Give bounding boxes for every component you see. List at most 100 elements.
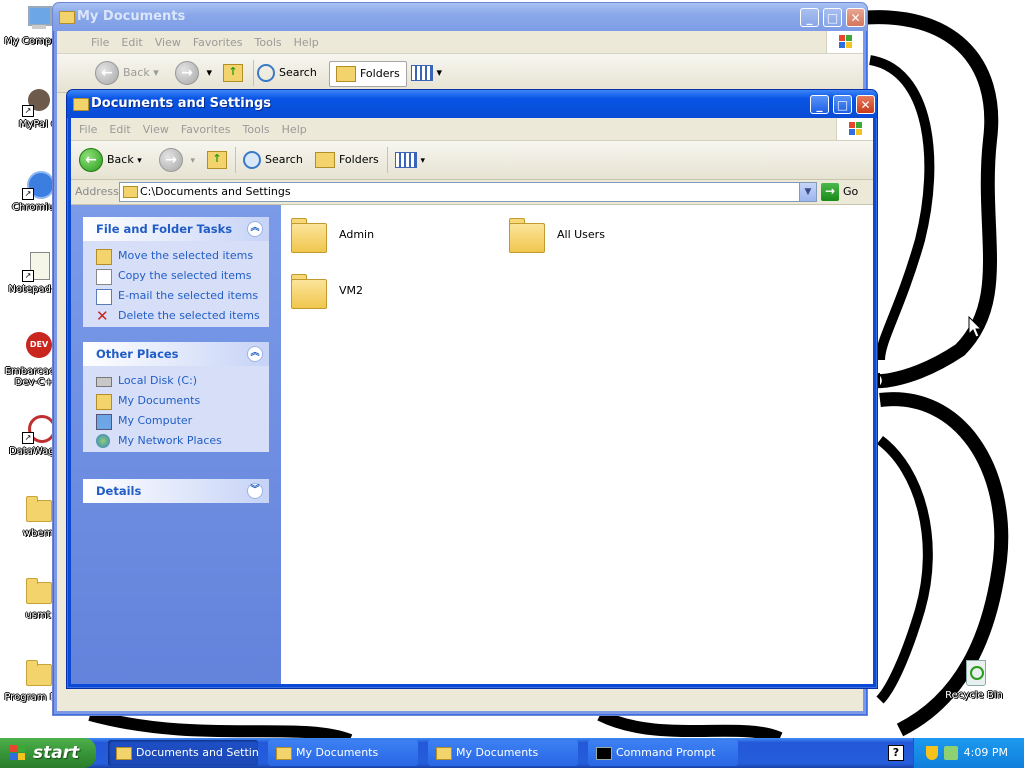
forward-arrow-icon: →: [175, 61, 199, 85]
up-folder-icon: ↑: [207, 151, 227, 169]
search-button[interactable]: Search: [257, 61, 317, 85]
panel-header[interactable]: Details ︾: [83, 479, 269, 503]
place-my-computer[interactable]: My Computer: [83, 411, 269, 431]
menu-file[interactable]: File: [85, 31, 115, 49]
up-folder-icon: ↑: [223, 64, 243, 82]
panel-header[interactable]: File and Folder Tasks ︽: [83, 217, 269, 241]
desktop-icon-recycle-bin[interactable]: Recycle Bin: [936, 656, 1012, 701]
taskbar-button-my-documents[interactable]: My Documents: [268, 740, 418, 766]
computer-icon: [96, 414, 112, 430]
views-button[interactable]: ▾: [411, 61, 442, 85]
address-input[interactable]: C:\Documents and Settings ▼: [119, 182, 817, 202]
task-delete[interactable]: ✕ Delete the selected items: [83, 306, 269, 326]
window-title: Documents and Settings: [91, 96, 272, 111]
close-button[interactable]: ✕: [846, 8, 865, 27]
folder-content-area[interactable]: Admin All Users VM2: [281, 205, 873, 684]
place-local-disk[interactable]: Local Disk (C:): [83, 371, 269, 391]
toolbar-separator: [253, 60, 254, 86]
chromium-icon: ↗: [22, 168, 55, 200]
menu-file[interactable]: File: [73, 118, 103, 136]
taskbar-button-command-prompt[interactable]: Command Prompt: [588, 740, 738, 766]
command-prompt-icon: [596, 747, 612, 760]
folder-icon: [291, 217, 327, 253]
documents-and-settings-titlebar[interactable]: Documents and Settings _ □ ✕: [67, 90, 877, 118]
file-folder-tasks-panel: File and Folder Tasks ︽ Move the selected…: [83, 217, 269, 327]
folder-item[interactable]: All Users: [509, 217, 709, 257]
task-copy[interactable]: Copy the selected items: [83, 266, 269, 286]
menu-tools[interactable]: Tools: [249, 31, 288, 49]
back-button[interactable]: ← Back ▾: [95, 61, 159, 85]
up-folder-button[interactable]: ↑: [207, 148, 227, 172]
maximize-button[interactable]: □: [833, 95, 852, 114]
forward-button[interactable]: → ▾: [159, 148, 195, 172]
menu-help[interactable]: Help: [288, 31, 325, 49]
start-button[interactable]: start: [0, 738, 96, 768]
toolbar: ← Back ▾ → ▾ ↑ Search Folders ▾: [71, 141, 873, 180]
task-email[interactable]: E-mail the selected items: [83, 286, 269, 306]
folder-icon: [22, 576, 54, 608]
menu-edit[interactable]: Edit: [103, 118, 136, 136]
go-arrow-icon: →: [821, 183, 839, 201]
other-places-panel: Other Places ︽ Local Disk (C:) My Documen…: [83, 342, 269, 452]
folder-icon: [509, 217, 545, 253]
folder-icon: [22, 494, 54, 526]
menu-favorites[interactable]: Favorites: [175, 118, 237, 136]
copy-icon: [96, 269, 112, 285]
views-icon: [395, 152, 417, 168]
folder-icon: [73, 98, 89, 111]
folder-item[interactable]: VM2: [291, 273, 491, 313]
collapse-chevron-icon[interactable]: ︽: [247, 346, 263, 362]
help-icon[interactable]: ?: [888, 745, 904, 761]
my-documents-titlebar[interactable]: My Documents _ □ ✕: [53, 3, 867, 31]
address-bar: Address C:\Documents and Settings ▼ → Go: [71, 180, 873, 205]
back-dropdown-icon[interactable]: ▾: [137, 156, 142, 166]
menu-view[interactable]: View: [149, 31, 187, 49]
folder-icon: [123, 186, 138, 198]
minimize-button[interactable]: _: [800, 8, 819, 27]
taskbar-button-documents-and-settings[interactable]: Documents and Settings: [108, 740, 258, 766]
folders-button[interactable]: Folders: [329, 61, 407, 87]
place-my-network-places[interactable]: My Network Places: [83, 431, 269, 451]
search-button[interactable]: Search: [243, 148, 303, 172]
close-button[interactable]: ✕: [856, 95, 875, 114]
documents-and-settings-window[interactable]: Documents and Settings _ □ ✕ File Edit Vie…: [66, 89, 878, 689]
computer-icon: [22, 2, 54, 34]
place-my-documents[interactable]: My Documents: [83, 391, 269, 411]
clock[interactable]: 4:09 PM: [964, 738, 1008, 768]
minimize-button[interactable]: _: [810, 95, 829, 114]
expand-chevron-icon[interactable]: ︾: [247, 483, 263, 499]
back-button[interactable]: ← Back ▾: [79, 148, 142, 172]
address-dropdown-icon[interactable]: ▼: [799, 183, 816, 201]
menu-help[interactable]: Help: [276, 118, 313, 136]
menu-favorites[interactable]: Favorites: [187, 31, 249, 49]
disk-drive-icon: [96, 377, 112, 387]
maximize-button[interactable]: □: [823, 8, 842, 27]
folder-icon: [59, 11, 75, 24]
search-icon: [257, 64, 275, 82]
notepad-icon: ↗: [22, 250, 54, 282]
up-folder-button[interactable]: ↑: [223, 61, 243, 85]
menu-edit[interactable]: Edit: [115, 31, 148, 49]
task-move[interactable]: Move the selected items: [83, 246, 269, 266]
views-button[interactable]: ▾: [395, 148, 425, 172]
security-shield-icon[interactable]: [926, 746, 938, 760]
folder-icon: [116, 747, 132, 760]
system-tray: 4:09 PM: [913, 738, 1024, 768]
menu-bar: File Edit View Favorites Tools Help: [71, 118, 873, 141]
go-button[interactable]: → Go: [821, 182, 858, 202]
taskbar-button-my-documents-2[interactable]: My Documents: [428, 740, 578, 766]
menu-bar: File Edit View Favorites Tools Help: [57, 31, 863, 54]
collapse-chevron-icon[interactable]: ︽: [247, 221, 263, 237]
network-icon[interactable]: [944, 746, 958, 760]
menu-view[interactable]: View: [137, 118, 175, 136]
recycle-bin-icon: [958, 656, 990, 688]
address-value: C:\Documents and Settings: [140, 185, 291, 198]
email-icon: [96, 289, 112, 305]
mouse-cursor-icon: [968, 316, 982, 338]
panel-header[interactable]: Other Places ︽: [83, 342, 269, 366]
folder-item[interactable]: Admin: [291, 217, 491, 257]
menu-tools[interactable]: Tools: [237, 118, 276, 136]
forward-button[interactable]: → ▾: [175, 61, 212, 85]
datawagon-icon: ↗: [22, 412, 56, 444]
folders-button[interactable]: Folders: [315, 148, 379, 172]
